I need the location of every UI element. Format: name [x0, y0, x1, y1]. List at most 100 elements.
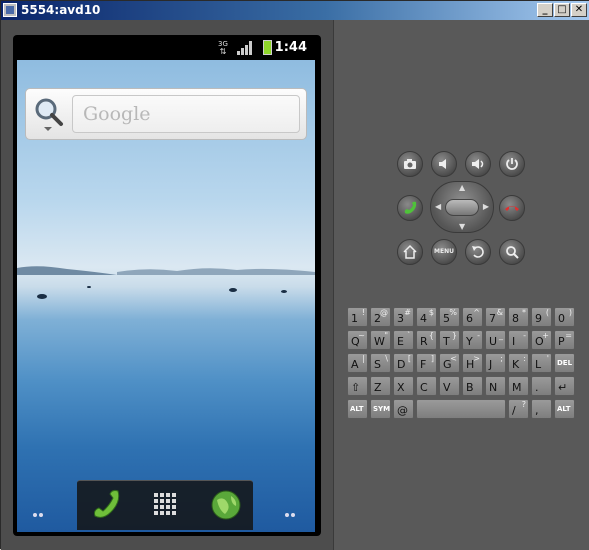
volume-up-icon [472, 159, 484, 169]
key-label: SYM [373, 405, 391, 413]
key-o[interactable]: O + [531, 330, 552, 350]
window-icon[interactable] [3, 3, 17, 17]
key-alt-label: ! [361, 308, 365, 317]
key-9[interactable]: 9( [531, 307, 552, 327]
google-search-widget[interactable]: Google [25, 88, 307, 140]
key-e[interactable]: E ` [393, 330, 414, 350]
key-del[interactable]: DEL [554, 353, 575, 373]
key-label: ALT [557, 405, 571, 413]
key-alt-label: - [523, 331, 526, 340]
phone-icon[interactable] [89, 488, 123, 522]
key-alt[interactable]: ALT [554, 399, 575, 419]
back-button[interactable] [465, 239, 491, 265]
key-3[interactable]: 3 # [393, 307, 414, 327]
key-label: 9 [535, 312, 542, 325]
key-h[interactable]: H > [462, 353, 483, 373]
key-v[interactable]: V [439, 376, 460, 396]
key-c[interactable]: C [416, 376, 437, 396]
key-u[interactable]: U _ [485, 330, 506, 350]
call-button[interactable] [397, 195, 423, 221]
key-alt-label: ? [521, 400, 526, 409]
key-y[interactable]: Y- [462, 330, 483, 350]
key-g[interactable]: G < [439, 353, 460, 373]
volume-up-button[interactable] [465, 151, 491, 177]
maximize-button[interactable]: □ [554, 3, 570, 17]
key-7[interactable]: 7 & [485, 307, 506, 327]
dpad-right-icon[interactable]: ▶ [483, 202, 489, 211]
key-symbol[interactable]: . [531, 376, 552, 396]
close-button[interactable]: ✕ [571, 3, 587, 17]
key-x[interactable]: X [393, 376, 414, 396]
key-label: S [374, 358, 381, 371]
browser-globe-icon[interactable] [209, 488, 243, 522]
home-screen[interactable]: Google [17, 60, 315, 532]
key-l[interactable]: L ' [531, 353, 552, 373]
key-symbol[interactable]: , [531, 399, 552, 419]
key-alt-label: ] [430, 354, 434, 363]
rock [87, 286, 91, 288]
key-symbol[interactable]: @ [393, 399, 414, 419]
key-symbol[interactable]: /? [508, 399, 529, 419]
key-d[interactable]: D[ [393, 353, 414, 373]
key-s[interactable]: S \ [370, 353, 391, 373]
key-8[interactable]: 8 * [508, 307, 529, 327]
end-call-button[interactable] [499, 195, 525, 221]
volume-down-button[interactable] [431, 151, 457, 177]
dpad-up-icon[interactable]: ▲ [459, 183, 465, 192]
key-symbol[interactable]: ⇧ [347, 376, 368, 396]
key-sym[interactable]: SYM [370, 399, 391, 419]
battery-charging-icon [263, 40, 272, 55]
dpad-down-icon[interactable]: ▼ [459, 222, 465, 231]
key-label: 4 [420, 312, 427, 325]
key-label: M [512, 381, 522, 394]
key-alt-label: % [449, 308, 457, 317]
key-p[interactable]: P = [554, 330, 575, 350]
key-i[interactable]: I- [508, 330, 529, 350]
key-label: . [535, 381, 539, 394]
minimize-button[interactable]: _ [537, 3, 553, 17]
key-t[interactable]: T} [439, 330, 460, 350]
key-2[interactable]: 2 @ [370, 307, 391, 327]
status-bar[interactable]: 3G ⇅ 1:44 [17, 37, 315, 59]
key-k[interactable]: K: [508, 353, 529, 373]
key-5[interactable]: 5% [439, 307, 460, 327]
key-6[interactable]: 6 ^ [462, 307, 483, 327]
key-1[interactable]: 1! [347, 307, 368, 327]
key-4[interactable]: 4 $ [416, 307, 437, 327]
search-input[interactable]: Google [72, 95, 300, 133]
rock [37, 294, 47, 299]
dpad[interactable]: ▲ ▼ ◀ ▶ [430, 181, 494, 233]
page-indicator-right[interactable] [285, 502, 299, 517]
key-j[interactable]: J; [485, 353, 506, 373]
key-space[interactable] [416, 399, 506, 419]
key-alt[interactable]: ALT [347, 399, 368, 419]
key-r[interactable]: R{ [416, 330, 437, 350]
key-f[interactable]: F] [416, 353, 437, 373]
key-label: 8 [512, 312, 519, 325]
key-z[interactable]: Z [370, 376, 391, 396]
key-a[interactable]: A | [347, 353, 368, 373]
power-button[interactable] [499, 151, 525, 177]
key-label: P [558, 335, 565, 348]
key-0[interactable]: 0) [554, 307, 575, 327]
menu-button[interactable]: MENU [431, 239, 457, 265]
camera-button[interactable] [397, 151, 423, 177]
key-w[interactable]: W " [370, 330, 391, 350]
title-bar[interactable]: 5554:avd10 _ □ ✕ [1, 1, 589, 20]
key-n[interactable]: N [485, 376, 506, 396]
home-button[interactable] [397, 239, 423, 265]
key-alt-label: ) [568, 308, 572, 317]
key-q[interactable]: Q ~ [347, 330, 368, 350]
search-icon[interactable] [34, 97, 64, 131]
network-label: 3G [218, 40, 228, 48]
apps-grid-icon[interactable] [149, 488, 183, 522]
page-indicator-left[interactable] [33, 502, 47, 517]
key-b[interactable]: B [462, 376, 483, 396]
key-m[interactable]: M [508, 376, 529, 396]
dpad-center-button[interactable] [445, 199, 479, 216]
key-label: X [397, 381, 405, 394]
search-button[interactable] [499, 239, 525, 265]
key-label: K [512, 358, 520, 371]
key-symbol[interactable]: ↵ [554, 376, 575, 396]
dpad-left-icon[interactable]: ◀ [435, 202, 441, 211]
